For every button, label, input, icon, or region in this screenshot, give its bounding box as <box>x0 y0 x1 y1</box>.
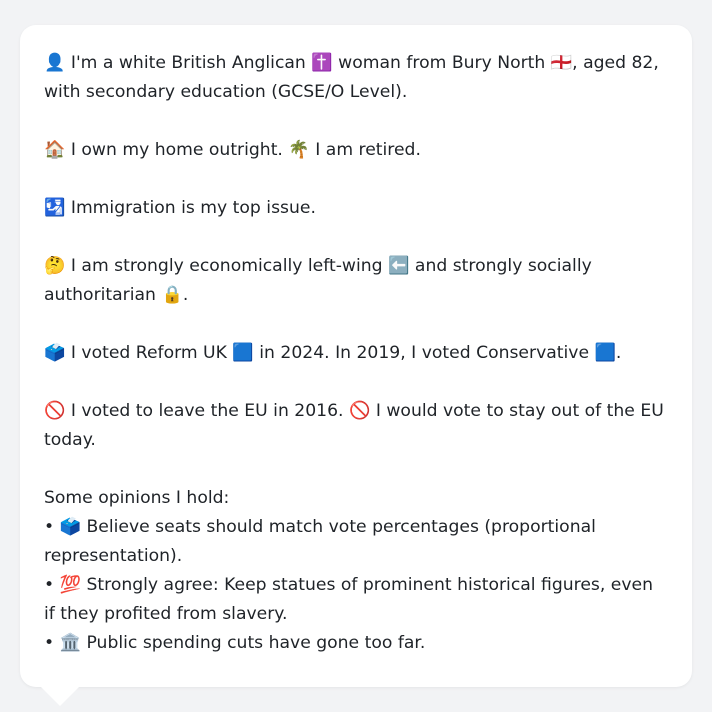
bullet: • <box>44 633 55 653</box>
issue-paragraph: 🛂 Immigration is my top issue. <box>44 194 668 223</box>
votes-text-3: . <box>615 343 622 363</box>
opinion-item: • 💯 Strongly agree: Keep statues of prom… <box>44 571 668 629</box>
prohibited-icon: 🚫 <box>348 401 371 421</box>
opinions-section: Some opinions I hold: • 🗳️ Believe seats… <box>44 484 668 658</box>
home-text-1: I own my home outright. <box>70 140 283 160</box>
opinion-text: Public spending cuts have gone too far. <box>86 633 426 653</box>
votes-text-2: in 2024. In 2019, I voted Conservative <box>259 343 590 363</box>
prohibited-icon: 🚫 <box>44 401 66 421</box>
home-paragraph: 🏠 I own my home outright. 🌴 I am retired… <box>44 136 668 165</box>
england-flag-icon: 🏴󠁧󠁢󠁥󠁮󠁧󠁿 <box>550 53 573 73</box>
opinions-heading: Some opinions I hold: <box>44 488 230 508</box>
opinion-text: Strongly agree: Keep statues of prominen… <box>44 575 654 624</box>
eu-paragraph: 🚫 I voted to leave the EU in 2016. 🚫 I w… <box>44 397 668 455</box>
house-icon: 🏠 <box>44 140 66 160</box>
ballot-box-icon: 🗳️ <box>44 343 66 363</box>
identity-text-1: I'm a white British Anglican <box>70 53 306 73</box>
opinion-item: • 🏛️ Public spending cuts have gone too … <box>44 629 668 658</box>
reform-square-icon: 🟦 <box>232 343 254 363</box>
person-icon: 👤 <box>44 53 66 73</box>
politics-text-1: I am strongly economically left-wing <box>70 256 383 276</box>
politics-text-3: . <box>182 285 189 305</box>
bullet: • <box>44 575 55 595</box>
home-text-2: I am retired. <box>315 140 421 160</box>
classical-building-icon: 🏛️ <box>59 633 82 653</box>
politics-paragraph: 🤔 I am strongly economically left-wing ⬅… <box>44 252 668 310</box>
passport-control-icon: 🛂 <box>44 198 66 218</box>
conservative-square-icon: 🟦 <box>594 343 616 363</box>
identity-paragraph: 👤 I'm a white British Anglican ✝️ woman … <box>44 49 668 107</box>
hundred-points-icon: 💯 <box>59 575 82 595</box>
identity-text-2: woman from Bury North <box>338 53 546 73</box>
votes-text-1: I voted Reform UK <box>70 343 227 363</box>
opinion-item: • 🗳️ Believe seats should match vote per… <box>44 513 668 571</box>
issue-text: Immigration is my top issue. <box>70 198 316 218</box>
thinking-face-icon: 🤔 <box>44 256 66 276</box>
cross-icon: ✝️ <box>311 53 333 73</box>
palm-tree-icon: 🌴 <box>288 140 310 160</box>
bubble-tail <box>40 686 80 706</box>
ballot-box-icon: 🗳️ <box>59 517 82 537</box>
bullet: • <box>44 517 55 537</box>
eu-text-1: I voted to leave the EU in 2016. <box>70 401 344 421</box>
opinion-text: Believe seats should match vote percenta… <box>44 517 596 566</box>
lock-icon: 🔒 <box>161 285 183 305</box>
left-arrow-icon: ⬅️ <box>388 256 410 276</box>
profile-message-bubble: 👤 I'm a white British Anglican ✝️ woman … <box>20 25 692 687</box>
votes-paragraph: 🗳️ I voted Reform UK 🟦 in 2024. In 2019,… <box>44 339 668 368</box>
